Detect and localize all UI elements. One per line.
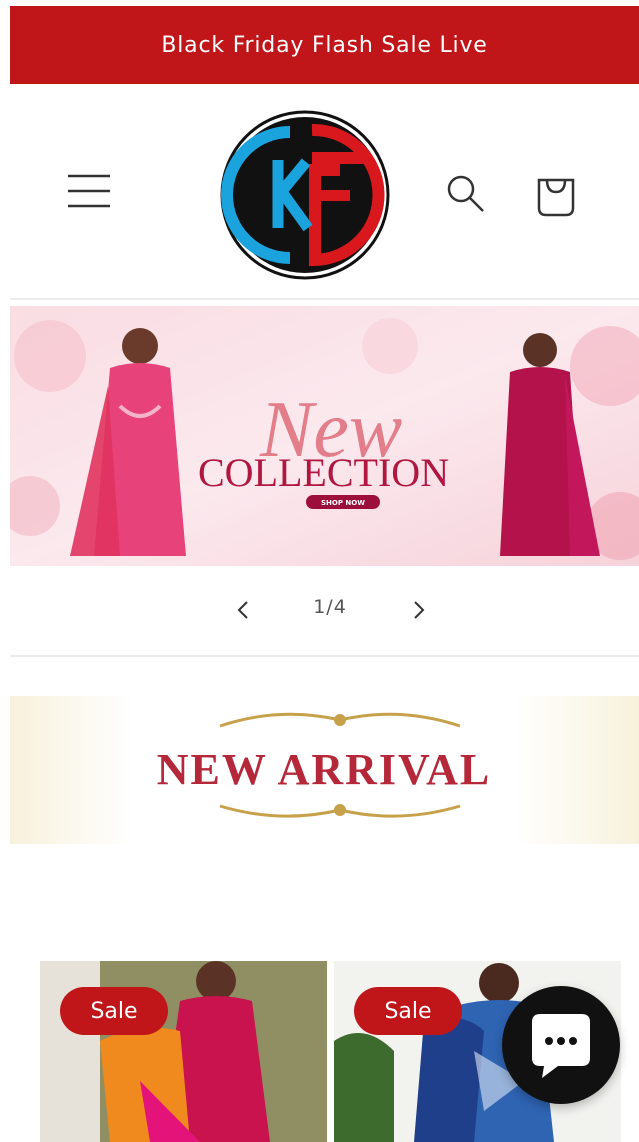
hero-shop-now-label: SHOP NOW [321, 499, 365, 507]
new-arrival-title: NEW ARRIVAL [157, 745, 492, 794]
store-logo[interactable] [220, 110, 390, 280]
hero-headline: COLLECTION [198, 450, 449, 495]
header-divider [10, 298, 639, 300]
new-arrival-image: NEW ARRIVAL [10, 696, 639, 844]
slideshow-controls: 1/4 [10, 584, 639, 636]
cart-bag-icon[interactable] [534, 172, 578, 218]
sale-badge: Sale [60, 987, 168, 1035]
hero-slide[interactable]: New COLLECTION SHOP NOW [10, 306, 639, 566]
chevron-right-icon[interactable] [404, 594, 434, 626]
hamburger-menu-icon[interactable] [66, 170, 112, 212]
announcement-text: Black Friday Flash Sale Live [161, 32, 488, 58]
sale-badge: Sale [354, 987, 462, 1035]
chevron-left-icon[interactable] [228, 594, 258, 626]
slider-divider [10, 655, 639, 657]
search-icon[interactable] [444, 172, 486, 214]
announcement-bar[interactable]: Black Friday Flash Sale Live [10, 6, 639, 84]
site-header [10, 84, 639, 298]
chat-bubble-icon [532, 1014, 590, 1078]
new-arrival-banner: NEW ARRIVAL [10, 696, 639, 844]
slide-counter: 1/4 [313, 596, 347, 618]
hero-banner-image: New COLLECTION SHOP NOW [10, 306, 639, 566]
product-card[interactable]: Sale [40, 961, 327, 1142]
chat-button[interactable] [502, 986, 620, 1104]
